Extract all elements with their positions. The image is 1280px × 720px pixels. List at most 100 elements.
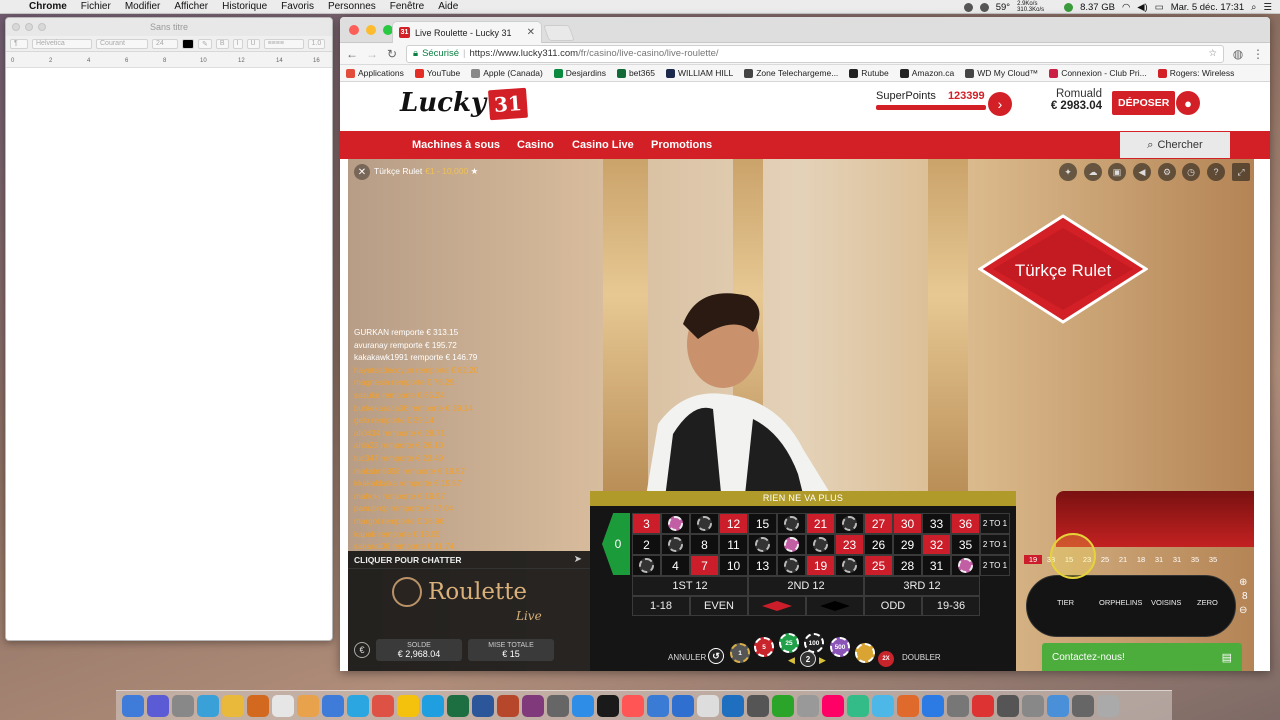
bet-number[interactable]: 27 — [864, 513, 893, 534]
bet-zero[interactable]: 0 — [602, 513, 630, 575]
dock-app-icon[interactable] — [197, 694, 219, 717]
currency-euro-icon[interactable]: € — [354, 642, 370, 658]
bet-column[interactable]: 2 TO 1 — [980, 513, 1010, 534]
dock-app-icon[interactable] — [322, 694, 344, 717]
video-icon[interactable]: ▣ — [1108, 163, 1126, 181]
tab-active[interactable]: 31 Live Roulette - Lucky 31 ✕ — [392, 21, 542, 43]
menu-favoris[interactable]: Favoris — [274, 1, 321, 12]
chip-left-arrow-icon[interactable]: ◀ — [788, 655, 795, 666]
dock-app-icon[interactable] — [647, 694, 669, 717]
close-button[interactable] — [12, 23, 20, 31]
bookmark-item[interactable]: YouTube — [414, 68, 460, 78]
bookmark-item[interactable]: Apple (Canada) — [471, 68, 543, 78]
bookmark-item[interactable]: Applications — [346, 68, 404, 78]
dock-app-icon[interactable] — [797, 694, 819, 717]
dock-app-icon[interactable] — [897, 694, 919, 717]
bet-number[interactable]: 32 — [922, 534, 951, 555]
bet-number-with-chip[interactable] — [777, 555, 806, 576]
dock-app-icon[interactable] — [147, 694, 169, 717]
bet-dozen-1[interactable]: 1ST 12 — [632, 576, 748, 596]
dock-app-icon[interactable] — [772, 694, 794, 717]
bet-number-with-chip[interactable] — [661, 534, 690, 555]
dock-app-icon[interactable] — [497, 694, 519, 717]
new-tab-button[interactable] — [543, 25, 575, 41]
bet-number[interactable]: 28 — [893, 555, 922, 576]
bet-black[interactable] — [806, 596, 864, 616]
bet-number[interactable]: 13 — [748, 555, 777, 576]
bet-number-with-chip[interactable] — [632, 555, 661, 576]
bookmark-item[interactable]: WILLIAM HILL — [665, 68, 733, 78]
status-icon[interactable] — [963, 2, 973, 12]
bet-number[interactable]: 33 — [922, 513, 951, 534]
bet-number[interactable]: 26 — [864, 534, 893, 555]
bet-number-with-chip[interactable] — [951, 555, 980, 576]
bookmark-item[interactable]: Rutube — [849, 68, 889, 78]
dock-app-icon[interactable] — [622, 694, 644, 717]
nav-machines-a-sous[interactable]: Machines à sous — [412, 131, 500, 159]
search-icon[interactable]: ⌕ — [1251, 2, 1256, 13]
menu-app-name[interactable]: Chrome — [22, 1, 74, 12]
dock-app-icon[interactable] — [522, 694, 544, 717]
double-icon[interactable]: 2X — [878, 651, 894, 667]
address-bar[interactable]: 🔒︎ Sécurisé | https://www.lucky311.com/f… — [406, 44, 1224, 63]
dock-app-icon[interactable] — [847, 694, 869, 717]
fullscreen-icon[interactable]: ⤢ — [1232, 163, 1250, 181]
dock-app-icon[interactable] — [247, 694, 269, 717]
deposit-button[interactable]: DÉPOSER — [1112, 91, 1176, 115]
menu-fenetre[interactable]: Fenêtre — [383, 1, 431, 12]
favorite-star-icon[interactable]: ★ — [471, 166, 479, 176]
chip-25[interactable]: 25 — [779, 633, 799, 653]
bet-number[interactable]: 21 — [806, 513, 835, 534]
chevron-right-icon[interactable]: › — [988, 92, 1012, 116]
lucky31-logo[interactable]: Lucky 31 — [400, 87, 528, 121]
bookmark-item[interactable]: Amazon.ca — [899, 68, 954, 78]
dock-app-icon[interactable] — [822, 694, 844, 717]
search-button[interactable]: ⌕ Chercher — [1120, 132, 1230, 158]
bet-number[interactable]: 3 — [632, 513, 661, 534]
underline-button[interactable]: U — [246, 38, 260, 49]
volume-icon[interactable]: ◀) — [1137, 2, 1147, 13]
dock-app-icon[interactable] — [397, 694, 419, 717]
bookmark-star-icon[interactable]: ☆ — [1208, 48, 1217, 59]
chip-5[interactable]: 5 — [754, 637, 774, 657]
bet-column[interactable]: 2 TO 1 — [980, 534, 1010, 555]
bet-number[interactable]: 36 — [951, 513, 980, 534]
dock-app-icon[interactable] — [1022, 694, 1044, 717]
bookmark-item[interactable]: Desjardins — [553, 68, 606, 78]
chip-1[interactable]: 1 — [730, 643, 750, 663]
italic-button[interactable]: I — [232, 38, 243, 49]
send-icon[interactable]: ➤ — [574, 554, 582, 565]
notifications-icon[interactable]: ☰ — [1263, 2, 1272, 13]
bet-column[interactable]: 2 TO 1 — [980, 555, 1010, 576]
back-icon[interactable]: ← — [346, 47, 358, 61]
font-select[interactable]: Helvetica — [32, 38, 92, 49]
align-buttons[interactable]: ≡≡≡≡ — [263, 38, 304, 49]
dock-app-icon[interactable] — [472, 694, 494, 717]
bet-number[interactable]: 2 — [632, 534, 661, 555]
typeface-select[interactable]: Courant — [96, 38, 148, 49]
textedit-titlebar[interactable]: Sans titre — [6, 18, 332, 36]
extension-icon[interactable]: ◍ — [1232, 47, 1244, 61]
dock-app-icon[interactable] — [572, 694, 594, 717]
bet-even[interactable]: EVEN — [690, 596, 748, 616]
dock-app-icon[interactable] — [372, 694, 394, 717]
nav-casino-live[interactable]: Casino Live — [572, 131, 634, 159]
bet-number[interactable]: 12 — [719, 513, 748, 534]
chat-input[interactable]: CLIQUER POUR CHATTER — [348, 551, 590, 569]
menu-fichier[interactable]: Fichier — [74, 1, 118, 12]
dock-app-icon[interactable] — [272, 694, 294, 717]
chip-right-arrow-icon[interactable]: ▶ — [819, 655, 826, 666]
nav-promotions[interactable]: Promotions — [651, 131, 712, 159]
bet-number-with-chip[interactable] — [777, 513, 806, 534]
reload-icon[interactable]: ↻ — [386, 47, 398, 61]
bookmark-item[interactable]: Connexion - Club Pri... — [1049, 68, 1147, 78]
bet-number[interactable]: 35 — [951, 534, 980, 555]
lock-icon[interactable]: 🔒︎ — [413, 48, 418, 59]
bookmark-item[interactable]: bet365 — [616, 68, 655, 78]
bet-odd[interactable]: ODD — [864, 596, 922, 616]
bet-number[interactable]: 23 — [835, 534, 864, 555]
dock-app-icon[interactable] — [422, 694, 444, 717]
zoom-button[interactable] — [38, 23, 46, 31]
history-icon[interactable]: ◷ — [1182, 163, 1200, 181]
status-icon[interactable] — [979, 2, 989, 12]
